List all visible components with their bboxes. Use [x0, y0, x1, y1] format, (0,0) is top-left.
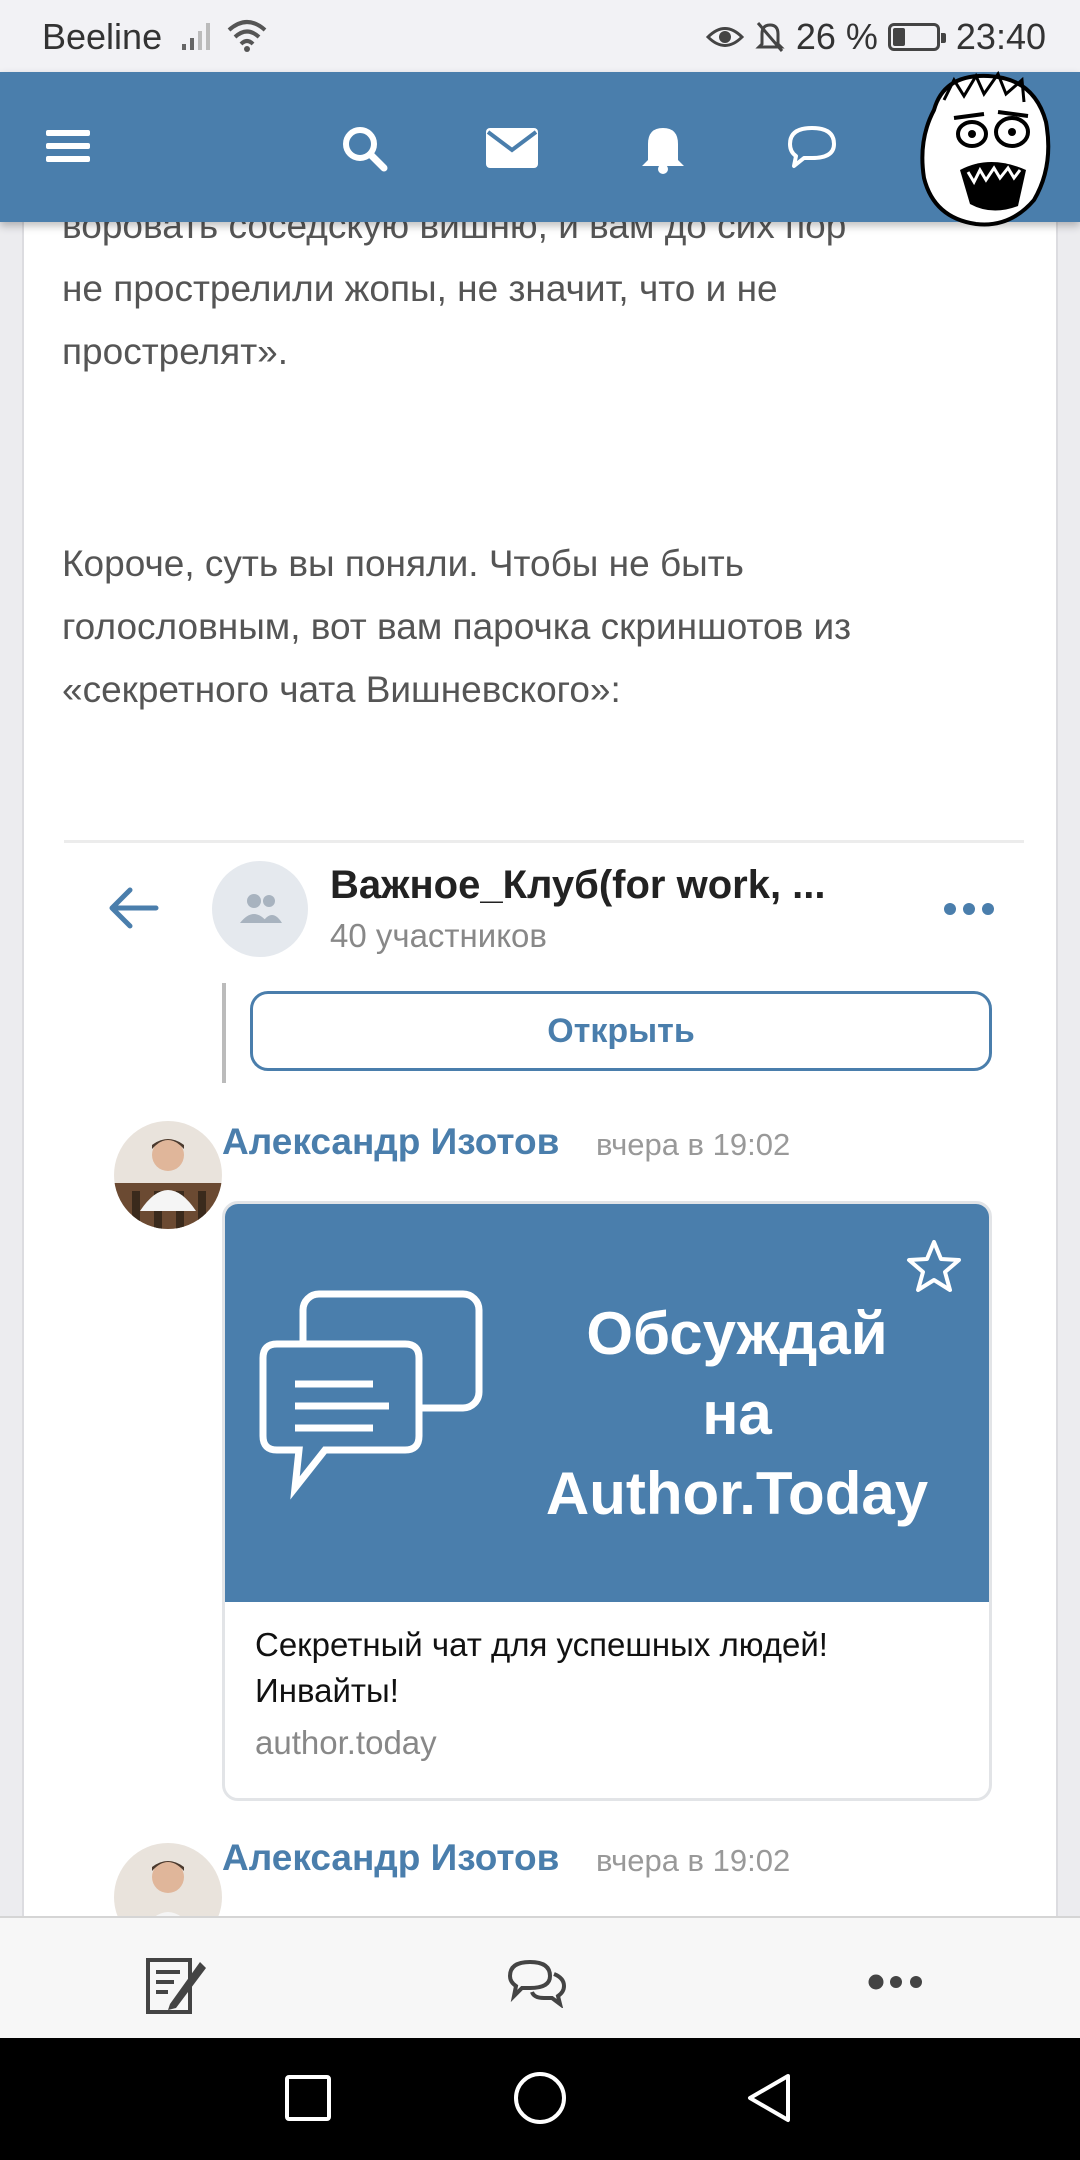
quote-bar	[222, 983, 226, 1083]
paragraph-line: прострелят».	[62, 331, 288, 372]
back-arrow-icon	[109, 887, 159, 929]
link-banner: Обсуждай на Author.Today	[225, 1204, 989, 1602]
banner-text: Обсуждай на Author.Today	[487, 1294, 987, 1534]
message-time: вчера в 19:02	[596, 1843, 791, 1878]
embedded-screenshot[interactable]: Важное_Клуб(for work, ... 40 участников …	[64, 840, 1024, 1951]
bottom-app-bar	[0, 1916, 1080, 2038]
link-title: Секретный чат для успешных людей! Инвайт…	[255, 1622, 975, 1714]
message-bubbles-icon	[259, 1290, 483, 1500]
post-card: воровать соседскую вишню, и вам до сих п…	[22, 150, 1058, 1951]
menu-icon[interactable]	[46, 128, 90, 164]
banner-line: Обсуждай	[586, 1300, 888, 1367]
paragraph-line: «секретного чата Вишневского»:	[62, 669, 621, 710]
sender-name: Александр Изотов	[222, 1121, 560, 1162]
wifi-icon	[227, 20, 267, 52]
paragraph-line: голословным, вот вам парочка скриншотов …	[62, 606, 852, 647]
chat-bubble-icon[interactable]	[786, 124, 838, 170]
group-avatar	[212, 861, 308, 957]
carrier-label: Beeline	[42, 16, 163, 57]
paragraph-1: воровать соседскую вишню, и вам до сих п…	[62, 194, 1022, 383]
chat-title: Важное_Клуб(for work, ...	[330, 863, 826, 907]
avatar	[114, 1121, 222, 1229]
open-button: Открыть	[250, 991, 992, 1071]
clock: 23:40	[955, 16, 1046, 57]
battery-percent: 26 %	[795, 16, 878, 57]
sender-name: Александр Изотов	[222, 1837, 560, 1878]
more-icon[interactable]	[868, 1974, 924, 1990]
edit-post-icon[interactable]	[146, 1954, 208, 2014]
paragraph-line: Короче, суть вы поняли. Чтобы не быть	[62, 543, 744, 584]
battery-icon	[887, 23, 946, 51]
status-bar: Beeline 26 % 23:40	[0, 0, 1080, 72]
bell-icon[interactable]	[640, 122, 686, 174]
system-nav-bar	[0, 2038, 1080, 2160]
search-icon[interactable]	[340, 124, 388, 172]
paragraph-line: не прострелили жопы, не значит, что и не	[62, 268, 778, 309]
link-title-line: Секретный чат для успешных людей!	[255, 1626, 828, 1663]
eye-icon	[705, 27, 744, 47]
mute-bell-icon	[755, 22, 785, 52]
user-avatar[interactable]	[914, 70, 1054, 230]
banner-line: Author.Today	[545, 1460, 929, 1527]
people-icon	[240, 894, 282, 923]
mail-icon[interactable]	[486, 128, 538, 168]
paragraph-2: Короче, суть вы поняли. Чтобы не быть го…	[62, 532, 1022, 721]
link-preview-card: Обсуждай на Author.Today Секретный чат д…	[222, 1201, 992, 1801]
star-icon	[907, 1240, 961, 1292]
more-dots-icon	[944, 903, 994, 915]
home-icon[interactable]	[512, 2070, 568, 2126]
banner-line: на	[702, 1380, 772, 1447]
recents-icon[interactable]	[284, 2074, 332, 2122]
back-icon[interactable]	[744, 2072, 792, 2124]
signal-icon	[182, 23, 210, 50]
link-title-line: Инвайты!	[255, 1672, 399, 1709]
chat-members: 40 участников	[330, 917, 547, 954]
link-domain: author.today	[255, 1724, 437, 1761]
screen: Beeline 26 % 23:40 воровать соседскую ви…	[0, 0, 1080, 2160]
comments-icon[interactable]	[506, 1958, 568, 2008]
message-time: вчера в 19:02	[596, 1127, 791, 1162]
